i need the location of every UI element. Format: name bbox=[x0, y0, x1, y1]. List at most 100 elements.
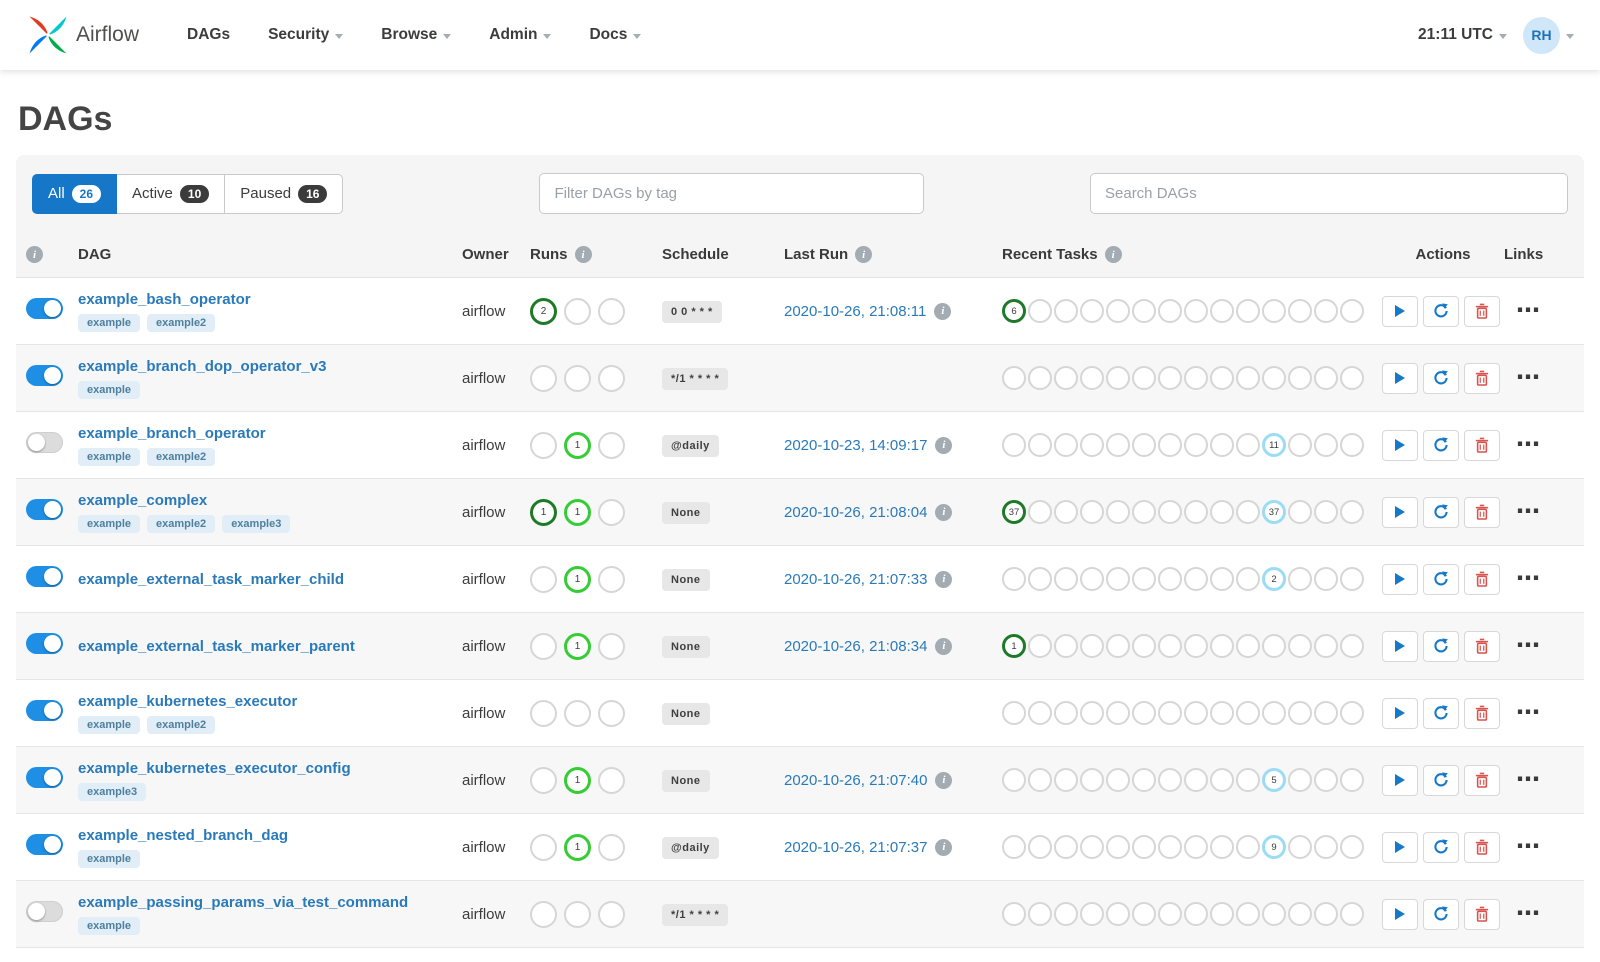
task-status-circle[interactable] bbox=[1236, 634, 1260, 658]
task-status-circle[interactable] bbox=[1288, 768, 1312, 792]
task-status-circle[interactable] bbox=[1236, 902, 1260, 926]
task-status-circle[interactable] bbox=[1158, 835, 1182, 859]
task-status-circle[interactable] bbox=[1054, 634, 1078, 658]
task-status-circle[interactable] bbox=[1106, 701, 1130, 725]
run-status-circle[interactable] bbox=[530, 431, 557, 459]
task-status-circle[interactable] bbox=[1340, 500, 1364, 524]
pause-toggle[interactable] bbox=[26, 767, 63, 788]
task-status-circle[interactable]: 6 bbox=[1002, 299, 1026, 323]
task-status-circle[interactable] bbox=[1158, 902, 1182, 926]
task-status-circle[interactable] bbox=[1106, 835, 1130, 859]
task-status-circle[interactable] bbox=[1314, 701, 1338, 725]
trigger-dag-button[interactable] bbox=[1382, 563, 1418, 595]
refresh-dag-button[interactable] bbox=[1423, 831, 1459, 863]
refresh-dag-button[interactable] bbox=[1423, 764, 1459, 796]
task-status-circle[interactable] bbox=[1054, 835, 1078, 859]
task-status-circle[interactable] bbox=[1340, 567, 1364, 591]
task-status-circle[interactable] bbox=[1132, 567, 1156, 591]
dag-name-link[interactable]: example_branch_dop_operator_v3 bbox=[78, 358, 326, 375]
run-status-circle[interactable] bbox=[564, 699, 591, 727]
task-status-circle[interactable] bbox=[1158, 366, 1182, 390]
refresh-dag-button[interactable] bbox=[1423, 429, 1459, 461]
task-status-circle[interactable] bbox=[1132, 902, 1156, 926]
links-more[interactable]: ⋯ bbox=[1504, 634, 1566, 658]
task-status-circle[interactable] bbox=[1184, 433, 1208, 457]
task-status-circle[interactable] bbox=[1106, 902, 1130, 926]
task-status-circle[interactable] bbox=[1054, 701, 1078, 725]
dag-name-link[interactable]: example_complex bbox=[78, 492, 207, 509]
trigger-dag-button[interactable] bbox=[1382, 362, 1418, 394]
dag-tag[interactable]: example2 bbox=[147, 447, 216, 466]
task-status-circle[interactable] bbox=[1080, 902, 1104, 926]
task-status-circle[interactable] bbox=[1028, 299, 1052, 323]
refresh-dag-button[interactable] bbox=[1423, 362, 1459, 394]
links-more[interactable]: ⋯ bbox=[1504, 567, 1566, 591]
refresh-dag-button[interactable] bbox=[1423, 697, 1459, 729]
trigger-dag-button[interactable] bbox=[1382, 295, 1418, 327]
task-status-circle[interactable] bbox=[1288, 500, 1312, 524]
pause-toggle[interactable] bbox=[26, 566, 63, 587]
task-status-circle[interactable] bbox=[1054, 433, 1078, 457]
dag-tag[interactable]: example bbox=[78, 380, 141, 399]
task-status-circle[interactable]: 11 bbox=[1262, 433, 1286, 457]
dag-name-link[interactable]: example_kubernetes_executor_config bbox=[78, 760, 351, 777]
trigger-dag-button[interactable] bbox=[1382, 697, 1418, 729]
refresh-dag-button[interactable] bbox=[1423, 563, 1459, 595]
dag-tag[interactable]: example bbox=[78, 514, 141, 533]
task-status-circle[interactable] bbox=[1028, 433, 1052, 457]
task-status-circle[interactable] bbox=[1158, 634, 1182, 658]
task-status-circle[interactable] bbox=[1288, 835, 1312, 859]
refresh-dag-button[interactable] bbox=[1423, 630, 1459, 662]
run-status-circle[interactable] bbox=[598, 699, 625, 727]
dag-tag[interactable]: example2 bbox=[147, 715, 216, 734]
dag-tag[interactable]: example bbox=[78, 916, 141, 935]
task-status-circle[interactable] bbox=[1340, 366, 1364, 390]
dag-tag[interactable]: example2 bbox=[147, 514, 216, 533]
delete-dag-button[interactable] bbox=[1464, 630, 1500, 662]
task-status-circle[interactable] bbox=[1314, 567, 1338, 591]
task-status-circle[interactable] bbox=[1158, 701, 1182, 725]
run-status-circle[interactable] bbox=[530, 833, 557, 861]
task-status-circle[interactable] bbox=[1184, 835, 1208, 859]
run-status-circle[interactable] bbox=[530, 699, 557, 727]
last-run-link[interactable]: 2020-10-23, 14:09:17 bbox=[784, 437, 927, 454]
task-status-circle[interactable] bbox=[1002, 567, 1026, 591]
run-status-circle[interactable] bbox=[530, 364, 557, 392]
pause-toggle[interactable] bbox=[26, 834, 63, 855]
task-status-circle[interactable] bbox=[1184, 500, 1208, 524]
task-status-circle[interactable] bbox=[1132, 500, 1156, 524]
task-status-circle[interactable] bbox=[1132, 701, 1156, 725]
task-status-circle[interactable] bbox=[1236, 433, 1260, 457]
task-status-circle[interactable] bbox=[1028, 634, 1052, 658]
nav-item-browse[interactable]: Browse bbox=[381, 26, 452, 44]
task-status-circle[interactable] bbox=[1132, 299, 1156, 323]
links-more[interactable]: ⋯ bbox=[1504, 500, 1566, 524]
task-status-circle[interactable] bbox=[1210, 902, 1234, 926]
run-status-circle[interactable] bbox=[598, 498, 625, 526]
task-status-circle[interactable] bbox=[1002, 835, 1026, 859]
nav-item-admin[interactable]: Admin bbox=[489, 26, 552, 44]
last-run-link[interactable]: 2020-10-26, 21:08:04 bbox=[784, 504, 927, 521]
links-more[interactable]: ⋯ bbox=[1504, 433, 1566, 457]
dag-tag[interactable]: example3 bbox=[78, 782, 147, 801]
task-status-circle[interactable] bbox=[1288, 299, 1312, 323]
task-status-circle[interactable] bbox=[1080, 701, 1104, 725]
task-status-circle[interactable] bbox=[1288, 366, 1312, 390]
task-status-circle[interactable] bbox=[1184, 299, 1208, 323]
task-status-circle[interactable] bbox=[1132, 768, 1156, 792]
task-status-circle[interactable] bbox=[1106, 366, 1130, 390]
task-status-circle[interactable] bbox=[1080, 768, 1104, 792]
task-status-circle[interactable] bbox=[1314, 299, 1338, 323]
task-status-circle[interactable] bbox=[1314, 902, 1338, 926]
task-status-circle[interactable] bbox=[1054, 500, 1078, 524]
delete-dag-button[interactable] bbox=[1464, 898, 1500, 930]
task-status-circle[interactable] bbox=[1262, 366, 1286, 390]
links-more[interactable]: ⋯ bbox=[1504, 701, 1566, 725]
task-status-circle[interactable] bbox=[1132, 433, 1156, 457]
run-status-circle[interactable] bbox=[530, 900, 557, 928]
task-status-circle[interactable] bbox=[1106, 433, 1130, 457]
tab-paused[interactable]: Paused 16 bbox=[224, 173, 344, 214]
brand[interactable]: Airflow bbox=[26, 13, 139, 57]
task-status-circle[interactable] bbox=[1002, 768, 1026, 792]
task-status-circle[interactable] bbox=[1236, 701, 1260, 725]
